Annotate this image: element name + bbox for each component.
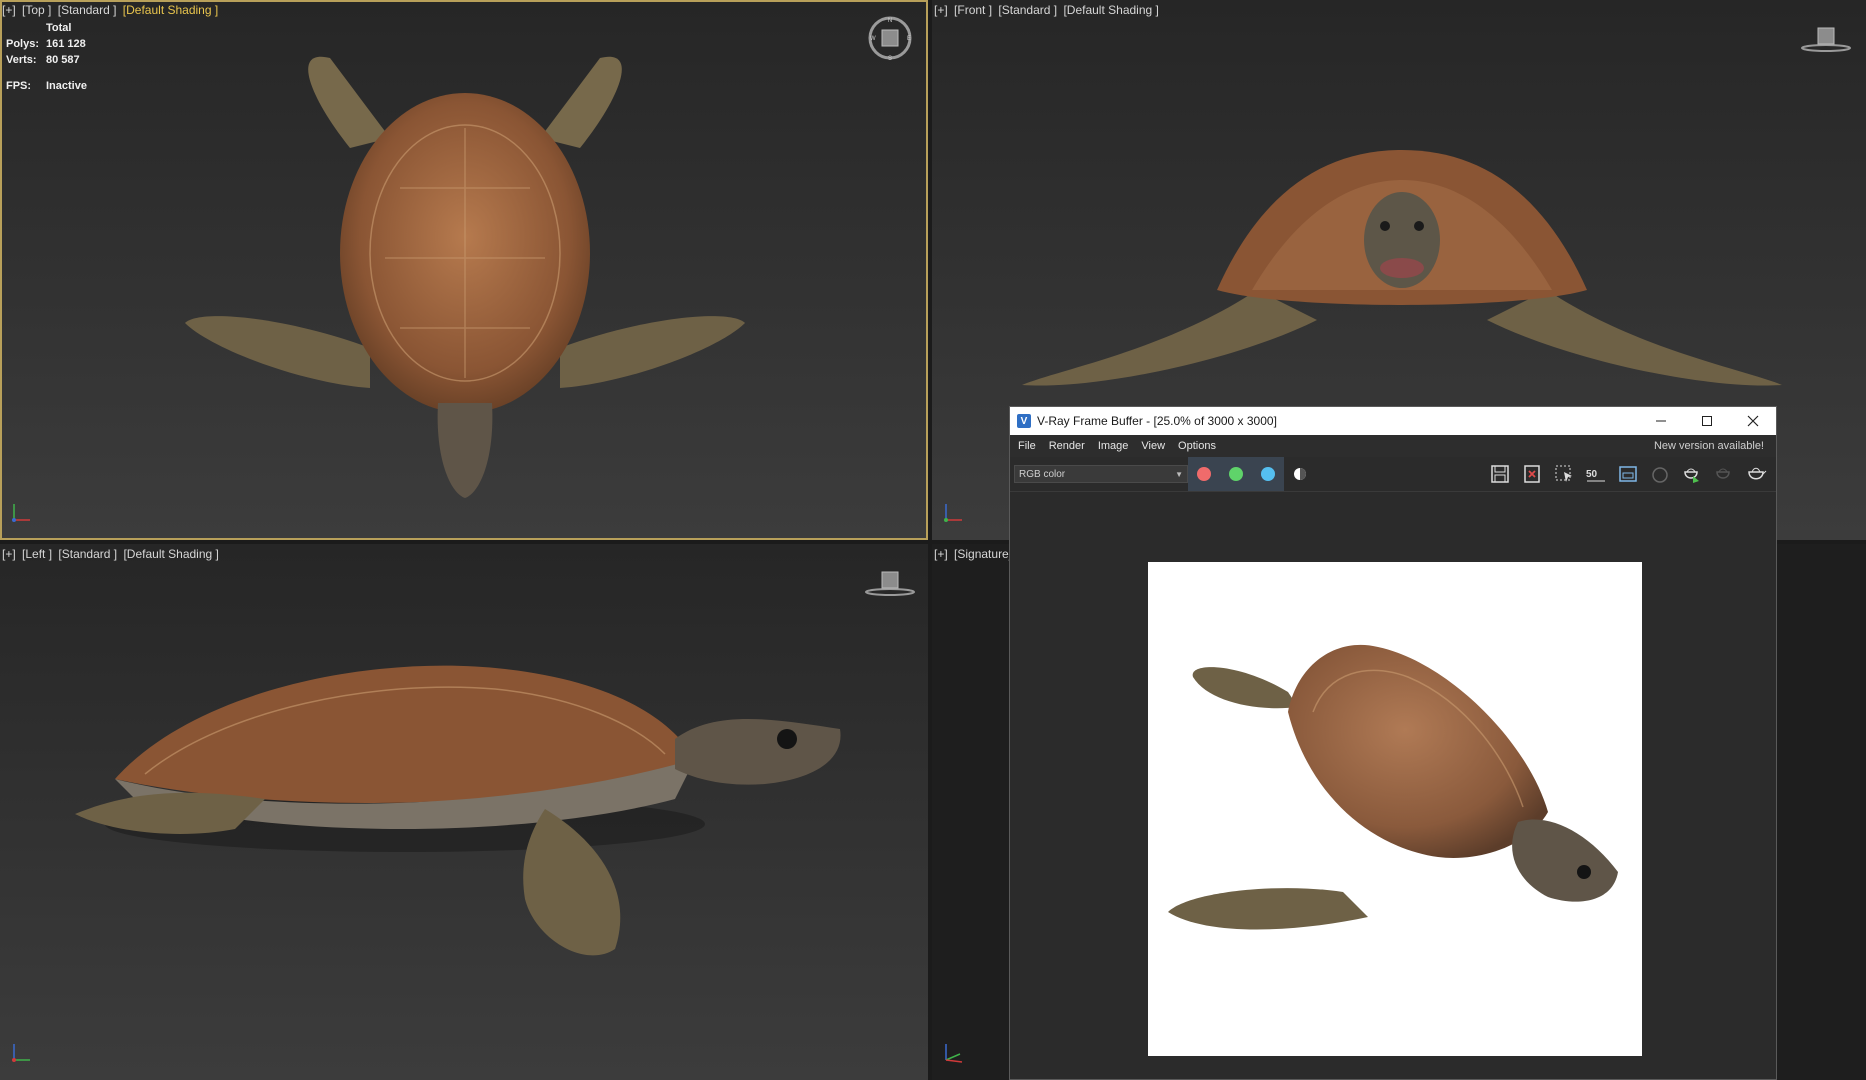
viewport-menu-plus[interactable]: [+] [2,547,16,561]
close-button[interactable] [1730,407,1776,435]
viewcube-icon[interactable] [864,568,916,598]
svg-text:S: S [888,56,892,62]
maximize-button[interactable] [1684,407,1730,435]
turtle-model-top[interactable] [180,38,750,508]
menu-view[interactable]: View [1141,440,1165,452]
clear-image-button[interactable] [1516,459,1548,489]
stats-polys-label: Polys: [6,38,40,50]
blue-channel-toggle[interactable] [1252,457,1284,491]
viewport-pov-label[interactable]: [Top ] [22,3,51,17]
mono-icon [1294,468,1306,480]
vray-frame-buffer-window[interactable]: V V-Ray Frame Buffer - [25.0% of 3000 x … [1009,406,1777,1080]
axis-tripod-icon [12,504,30,522]
region-render-button[interactable] [1548,459,1580,489]
channel-select-value: RGB color [1019,468,1066,480]
statistics-overlay: Total Polys: 161 128 Verts: 80 587 FPS: Ina… [6,20,87,94]
start-render-button[interactable] [1676,459,1708,489]
viewport-pov-label[interactable]: [Left ] [22,547,52,561]
vfb-toolbar: RGB color ▼ 50 [1010,457,1776,492]
viewport-shading-label[interactable]: [Default Shading ] [1063,3,1158,17]
viewport-label[interactable]: [+] [Top ] [Standard ] [Default Shading … [2,3,221,17]
frame-view-button[interactable] [1612,459,1644,489]
save-icon [1491,465,1509,483]
frame-icon [1619,466,1637,482]
vfb-menu-bar: File Render Image View Options New versi… [1010,435,1776,457]
viewport-label[interactable]: [+] [Left ] [Standard ] [Default Shading… [2,547,222,561]
channel-select[interactable]: RGB color ▼ [1014,465,1188,483]
teapot-render-icon [1684,468,1699,483]
stop-render-button[interactable] [1708,459,1740,489]
viewport-shading-label[interactable]: [Default Shading ] [123,547,218,561]
viewport-top[interactable]: [+] [Top ] [Standard ] [Default Shading … [0,0,928,540]
interactive-render-icon [1652,467,1668,483]
red-channel-toggle[interactable] [1188,457,1220,491]
viewport-label[interactable]: [+] [Front ] [Standard ] [Default Shadin… [934,3,1162,17]
svg-text:E: E [907,36,911,42]
viewport-menu-plus[interactable]: [+] [2,3,16,17]
menu-image[interactable]: Image [1098,440,1129,452]
stats-total-label: Total [46,22,72,34]
zoom-50-icon: 50 [1586,469,1605,482]
new-version-notice[interactable]: New version available! [1654,440,1764,452]
teapot-stop-icon [1716,468,1730,479]
viewport-standard-label[interactable]: [Standard ] [998,3,1057,17]
stats-verts-label: Verts: [6,54,37,66]
turtle-model-left[interactable] [75,649,855,969]
vfb-title-bar[interactable]: V V-Ray Frame Buffer - [25.0% of 3000 x … [1010,407,1776,435]
viewport-label[interactable]: [+] [Signature_ [934,547,1018,561]
viewport-pov-label[interactable]: [Front ] [954,3,992,17]
chevron-down-icon: ▼ [1175,470,1183,479]
save-image-button[interactable] [1484,459,1516,489]
menu-file[interactable]: File [1018,440,1036,452]
viewcube-icon[interactable]: N S W E [866,14,914,62]
viewport-shading-label[interactable]: [Default Shading ] [123,3,218,17]
axis-tripod-icon [945,1044,963,1063]
stats-fps-label: FPS: [6,80,32,92]
viewport-menu-plus[interactable]: [+] [934,547,948,561]
maximize-icon [1702,416,1712,426]
red-channel-icon [1197,467,1211,481]
render-teapot-button[interactable] [1740,459,1772,489]
zoom-50-text: 50 [1586,469,1598,480]
vfb-window-title: V-Ray Frame Buffer - [25.0% of 3000 x 30… [1037,414,1277,428]
menu-options[interactable]: Options [1178,440,1216,452]
interactive-render-button[interactable] [1644,459,1676,489]
green-channel-toggle[interactable] [1220,457,1252,491]
axis-tripod-icon [12,1044,30,1062]
svg-text:N: N [888,18,892,24]
stats-polys-value: 161 128 [46,38,86,50]
turtle-model-front[interactable] [1017,140,1787,400]
stats-verts-value: 80 587 [46,54,80,66]
axis-tripod-icon [944,504,962,522]
blue-channel-icon [1261,467,1275,481]
vfb-tool-buttons: 50 [1484,459,1772,489]
viewcube-icon[interactable] [1800,24,1852,54]
zoom-50-button[interactable]: 50 [1580,459,1612,489]
mono-mode-toggle[interactable] [1284,457,1316,491]
viewport-standard-label[interactable]: [Standard ] [58,3,117,17]
viewport-camera-label[interactable]: [Signature_ [954,547,1015,561]
green-channel-icon [1229,467,1243,481]
menu-render[interactable]: Render [1049,440,1085,452]
render-canvas[interactable] [1148,562,1642,1056]
viewport-standard-label[interactable]: [Standard ] [58,547,117,561]
minimize-button[interactable] [1638,407,1684,435]
svg-text:W: W [870,36,876,42]
rendered-turtle-image [1168,644,1618,930]
teapot-icon [1748,467,1767,480]
stats-fps-value: Inactive [46,80,87,92]
viewport-menu-plus[interactable]: [+] [934,3,948,17]
clear-image-icon [1524,465,1540,483]
minimize-icon [1656,420,1666,422]
region-select-icon [1555,465,1572,482]
vray-logo-icon: V [1017,414,1031,428]
viewport-left[interactable]: [+] [Left ] [Standard ] [Default Shading… [0,544,928,1080]
close-icon [1747,415,1759,427]
